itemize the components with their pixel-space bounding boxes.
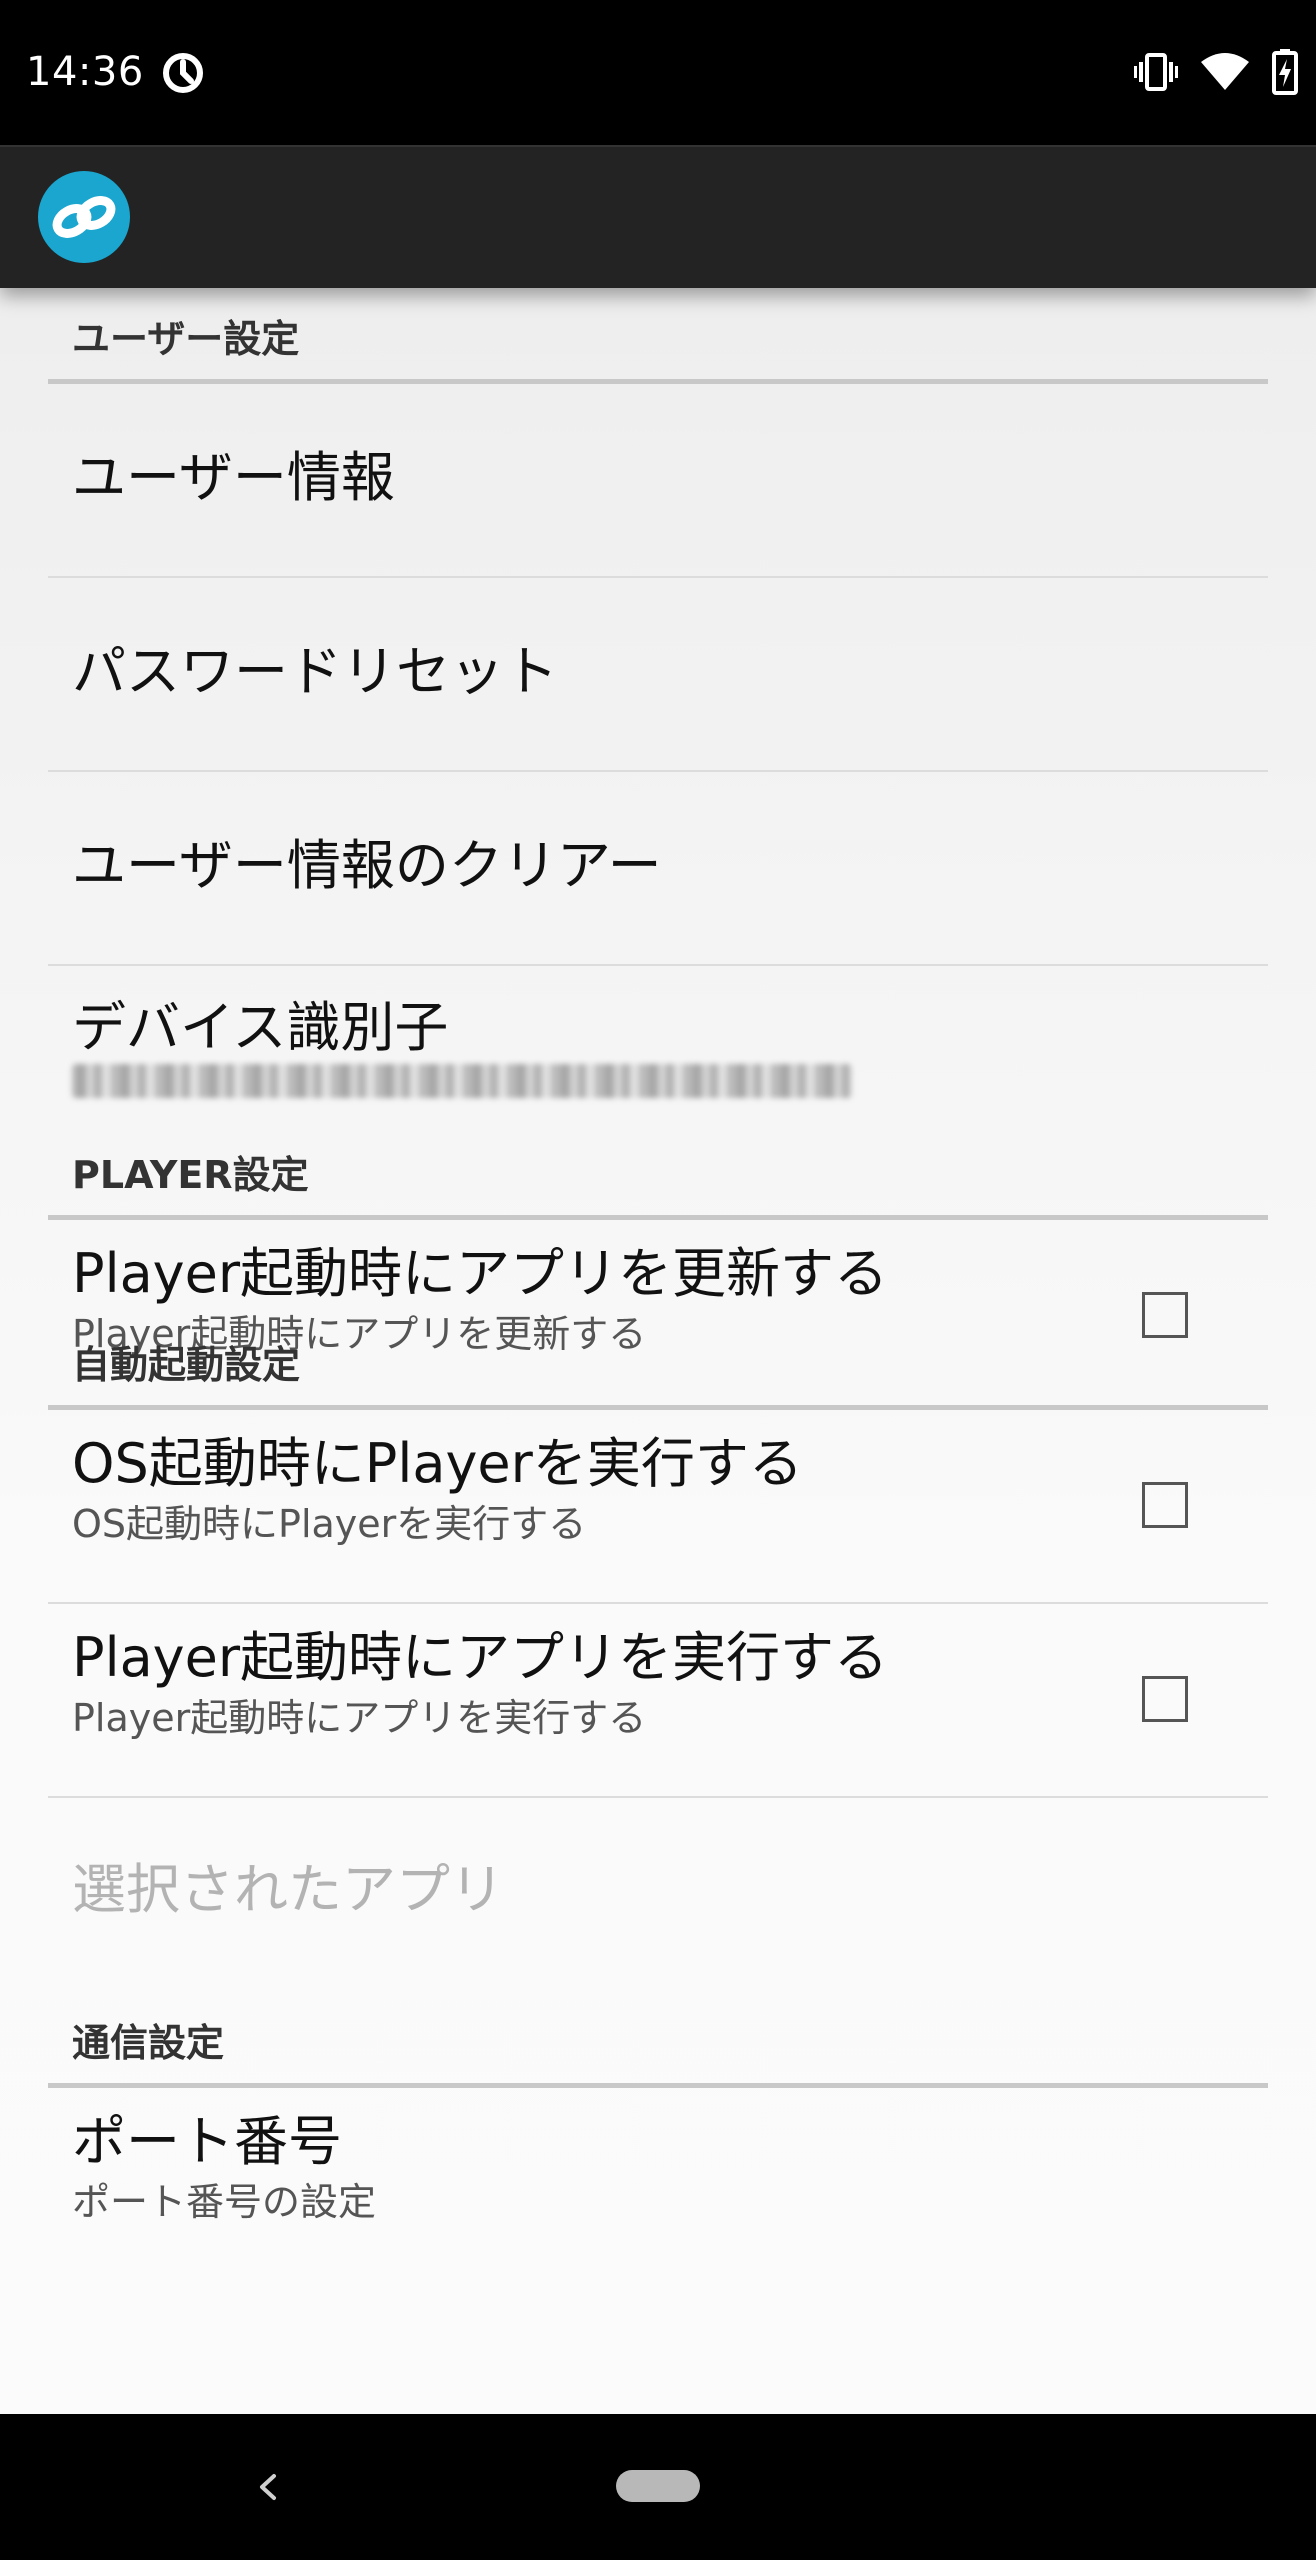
- app-bar: [0, 145, 1316, 288]
- pref-summary: ポート番号の設定: [72, 2180, 377, 2224]
- settings-list[interactable]: ユーザー設定 ユーザー情報 パスワードリセット ユーザー情報のクリアー デバイス…: [0, 288, 1316, 2414]
- pref-summary: Player起動時にアプリを実行する: [72, 1696, 647, 1740]
- status-icons: [1134, 46, 1298, 98]
- category-title: ユーザー設定: [72, 317, 300, 361]
- pref-title: デバイス識別子: [72, 996, 449, 1059]
- pref-title: OS起動時にPlayerを実行する: [72, 1432, 803, 1495]
- pref-title: Player起動時にアプリを更新する: [72, 1242, 889, 1305]
- category-player-settings: PLAYER設定: [48, 1124, 1268, 1220]
- navigation-bar: [0, 2414, 1316, 2560]
- pref-title: パスワードリセット: [72, 640, 558, 703]
- pref-title: 選択されたアプリ: [72, 1858, 504, 1921]
- pref-run-app-on-start[interactable]: Player起動時にアプリを実行する Player起動時にアプリを実行する: [48, 1604, 1268, 1798]
- pref-selected-app: 選択されたアプリ: [48, 1798, 1268, 1992]
- run-app-checkbox[interactable]: [1142, 1676, 1188, 1722]
- screen: 14:36 ユーザー設定 ユーザー情報 パスワードリセット ユーザー情報のクリア…: [0, 0, 1316, 2560]
- pref-device-id[interactable]: デバイス識別子: [48, 966, 1268, 1124]
- vibrate-icon: [1134, 53, 1178, 91]
- pref-title: ユーザー情報のクリアー: [72, 834, 662, 897]
- sync-icon: [163, 53, 203, 93]
- pref-clear-user-info[interactable]: ユーザー情報のクリアー: [48, 772, 1268, 966]
- run-on-boot-checkbox[interactable]: [1142, 1482, 1188, 1528]
- pref-summary: OS起動時にPlayerを実行する: [72, 1502, 587, 1546]
- back-icon[interactable]: [248, 2462, 288, 2512]
- pref-title: ポート番号: [72, 2110, 342, 2173]
- category-network-settings: 通信設定: [48, 1992, 1268, 2088]
- pref-title: ユーザー情報: [72, 446, 395, 509]
- wifi-icon: [1201, 53, 1249, 90]
- status-time: 14:36: [26, 49, 144, 95]
- category-title: 自動起動設定: [72, 1343, 301, 1387]
- home-pill-icon[interactable]: [616, 2470, 700, 2502]
- infinity-link-logo: [38, 171, 130, 263]
- category-title: 通信設定: [72, 2021, 225, 2065]
- category-title: PLAYER設定: [72, 1153, 309, 1197]
- category-user-settings: ユーザー設定: [48, 288, 1268, 384]
- battery-charging-icon: [1272, 49, 1298, 95]
- pref-password-reset[interactable]: パスワードリセット: [48, 578, 1268, 772]
- status-bar: 14:36: [0, 0, 1316, 145]
- pref-port-number[interactable]: ポート番号 ポート番号の設定: [48, 2088, 1268, 2282]
- device-id-redacted: [72, 1064, 852, 1098]
- pref-title: Player起動時にアプリを実行する: [72, 1626, 889, 1689]
- pref-run-on-boot[interactable]: OS起動時にPlayerを実行する OS起動時にPlayerを実行する: [48, 1410, 1268, 1604]
- category-autostart-settings: 自動起動設定: [48, 1314, 1268, 1410]
- pref-user-info[interactable]: ユーザー情報: [48, 384, 1268, 578]
